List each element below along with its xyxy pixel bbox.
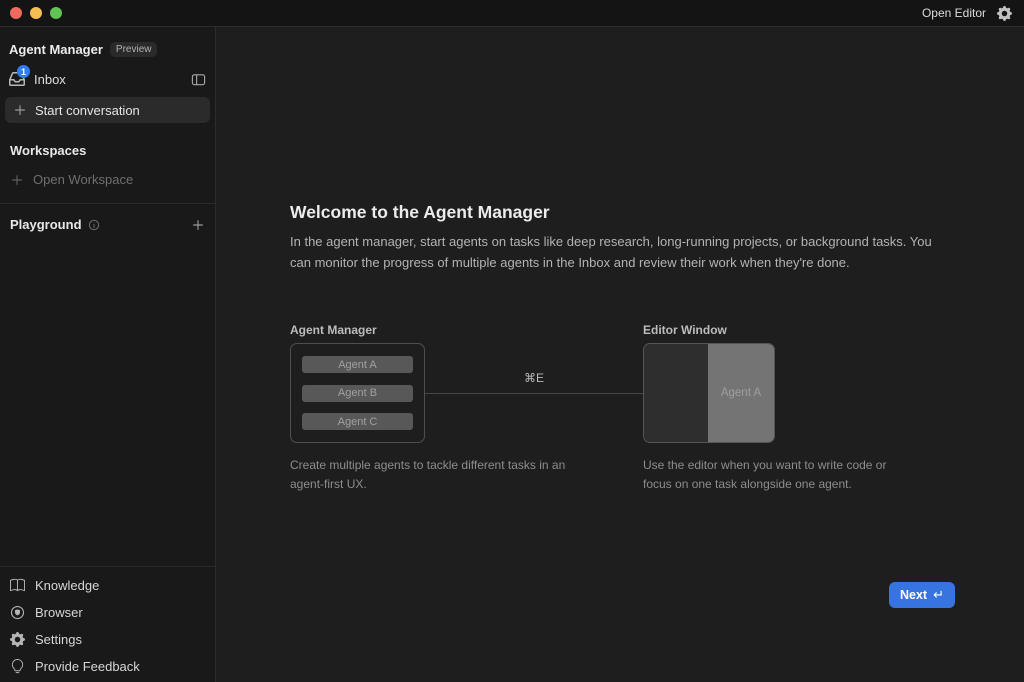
editor-sidebar-pane [644, 344, 708, 442]
agent-bar: Agent A [302, 356, 413, 373]
editor-window-caption: Use the editor when you want to write co… [643, 456, 915, 494]
editor-window-box: Agent A [643, 343, 775, 443]
book-icon [10, 578, 25, 593]
zoom-window-button[interactable] [50, 7, 62, 19]
inbox-unread-badge: 1 [17, 65, 30, 78]
titlebar: Open Editor [0, 0, 1024, 27]
open-workspace-button[interactable]: Open Workspace [0, 172, 215, 187]
info-icon [88, 219, 100, 231]
knowledge-label: Knowledge [35, 578, 99, 593]
next-button[interactable]: Next ↵ [889, 582, 955, 608]
start-conversation-label: Start conversation [35, 103, 140, 118]
page-title: Welcome to the Agent Manager [290, 202, 950, 223]
page-description: In the agent manager, start agents on ta… [290, 232, 940, 273]
plus-icon [10, 173, 24, 187]
preview-badge: Preview [110, 42, 158, 57]
gear-icon[interactable] [997, 6, 1012, 21]
playground-label: Playground [10, 217, 82, 232]
lightbulb-icon [10, 659, 25, 674]
plus-icon [13, 103, 27, 117]
main-panel: Welcome to the Agent Manager In the agen… [216, 27, 1024, 682]
open-workspace-label: Open Workspace [33, 172, 133, 187]
sidebar-title: Agent Manager [9, 42, 103, 57]
agent-manager-box: Agent A Agent B Agent C [290, 343, 425, 443]
agent-bar: Agent C [302, 413, 413, 430]
open-editor-button[interactable]: Open Editor [922, 6, 986, 20]
sidebar-item-provide-feedback[interactable]: Provide Feedback [0, 653, 215, 680]
sidebar-item-playground[interactable]: Playground [0, 204, 215, 245]
close-window-button[interactable] [10, 7, 22, 19]
browser-icon [10, 605, 25, 620]
sidebar-item-settings[interactable]: Settings [0, 626, 215, 653]
return-key-icon: ↵ [933, 587, 944, 603]
gear-icon [10, 632, 25, 647]
panel-toggle-icon[interactable] [191, 72, 206, 87]
window-controls [10, 7, 62, 19]
browser-label: Browser [35, 605, 83, 620]
sidebar-item-browser[interactable]: Browser [0, 599, 215, 626]
minimize-window-button[interactable] [30, 7, 42, 19]
provide-feedback-label: Provide Feedback [35, 659, 140, 674]
start-conversation-button[interactable]: Start conversation [5, 97, 210, 123]
next-button-label: Next [900, 588, 927, 602]
agent-bar: Agent B [302, 385, 413, 402]
sidebar-item-inbox[interactable]: 1 Inbox [0, 67, 215, 91]
agent-manager-diagram: Agent Manager Agent A Agent B Agent C ⌘E… [290, 323, 950, 443]
add-playground-icon[interactable] [191, 218, 205, 232]
agent-manager-caption: Create multiple agents to tackle differe… [290, 456, 590, 494]
shortcut-label: ⌘E [425, 371, 643, 385]
workspaces-header: Workspaces [0, 143, 215, 158]
agent-manager-figure-label: Agent Manager [290, 323, 377, 337]
editor-agent-pane: Agent A [708, 344, 774, 442]
sidebar-footer: Knowledge Browser Settings [0, 566, 215, 682]
inbox-label: Inbox [34, 72, 66, 87]
sidebar-item-knowledge[interactable]: Knowledge [0, 572, 215, 599]
settings-label: Settings [35, 632, 82, 647]
app-window: Open Editor Agent Manager Preview 1 Inbo… [0, 0, 1024, 682]
connector-line [425, 393, 643, 394]
editor-window-figure-label: Editor Window [643, 323, 727, 337]
sidebar: Agent Manager Preview 1 Inbox [0, 27, 216, 682]
